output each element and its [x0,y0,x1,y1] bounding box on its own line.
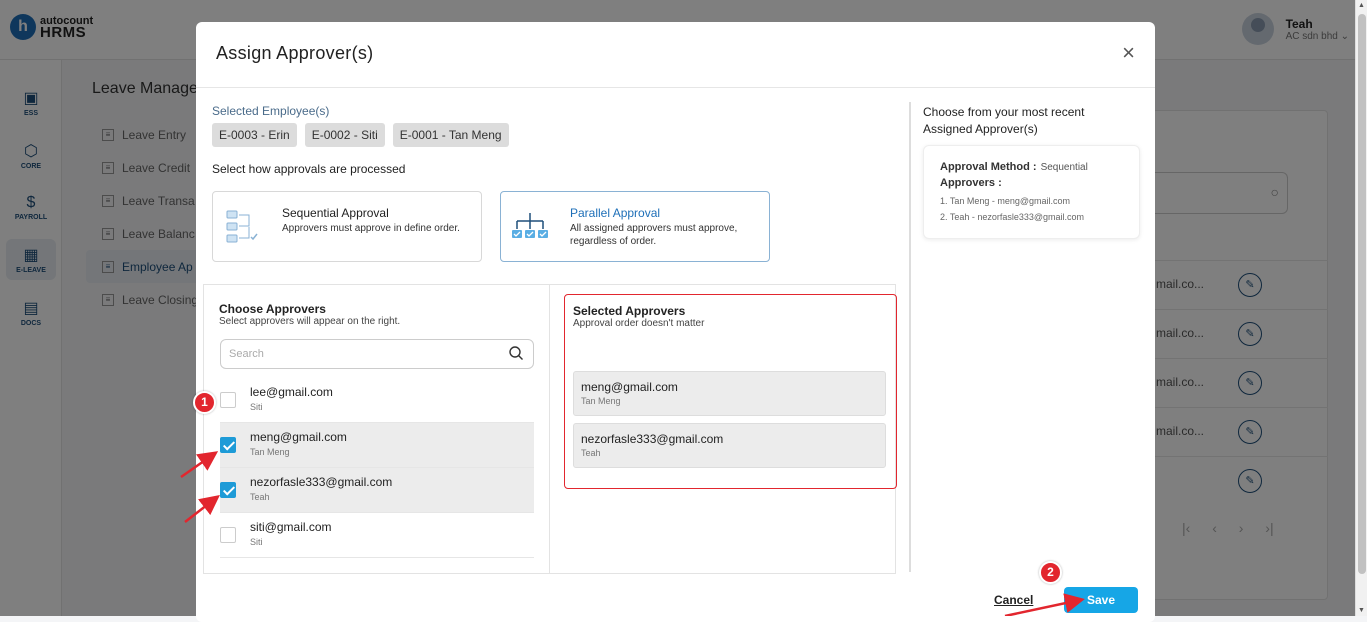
list-item[interactable]: lee@gmail.com Siti [220,378,534,423]
approver-name: Tan Meng [250,447,290,457]
scrollbar-thumb[interactable] [1358,14,1366,574]
approver-checkbox[interactable] [220,482,236,498]
approver-email: lee@gmail.com [250,385,333,399]
approver-name: Siti [250,537,263,547]
employee-chip: E-0001 - Tan Meng [392,123,509,147]
approver-list: lee@gmail.com Siti meng@gmail.com Tan Me… [220,378,534,558]
list-item[interactable]: siti@gmail.com Siti [220,513,534,558]
selected-approvers-subtitle: Approval order doesn't matter [573,318,705,329]
approver-checkbox[interactable] [220,392,236,408]
selected-approver-email: nezorfasle333@gmail.com [581,432,724,446]
close-icon[interactable]: × [1122,42,1135,64]
selected-approvers-title: Selected Approvers [573,304,686,318]
method-title: Parallel Approval [570,206,661,220]
dialog-footer: Cancel Save [196,582,1155,622]
recent-approver-line: 1. Tan Meng - meng@gmail.com [940,196,1071,206]
step-badge-2: 2 [1039,561,1062,584]
approver-checkbox[interactable] [220,527,236,543]
method-description: All assigned approvers must approve, reg… [570,223,738,247]
recent-approver-card[interactable]: Approval Method : Sequential Approvers : … [923,145,1140,239]
approval-process-label: Select how approvals are processed [212,162,406,176]
approver-email: siti@gmail.com [250,520,332,534]
approver-email: meng@gmail.com [250,430,347,444]
selected-approver-card[interactable]: meng@gmail.com Tan Meng [573,371,886,416]
employee-chip: E-0003 - Erin [212,123,297,147]
list-item[interactable]: meng@gmail.com Tan Meng [220,423,534,468]
selected-approver-email: meng@gmail.com [581,380,678,394]
approver-name: Siti [250,402,263,412]
choose-approvers-title: Choose Approvers [219,302,326,316]
recent-approver-line: 2. Teah - nezorfasle333@gmail.com [940,212,1085,222]
assign-approver-dialog: Assign Approver(s) × Selected Employee(s… [196,22,1155,622]
approver-checkbox[interactable] [220,437,236,453]
sequential-flow-icon [226,210,258,243]
approval-method-label: Approval Method : [940,161,1037,173]
approvers-panel: Choose Approvers Select approvers will a… [203,284,897,574]
employee-chips: E-0003 - Erin E-0002 - Siti E-0001 - Tan… [212,123,509,147]
selected-approver-card[interactable]: nezorfasle333@gmail.com Teah [573,423,886,468]
approver-email: nezorfasle333@gmail.com [250,475,393,489]
approver-search [220,339,534,369]
sequential-approval-option[interactable]: Sequential Approval Approvers must appro… [212,191,482,262]
selected-approvers-column: Selected Approvers Approval order doesn'… [564,294,897,489]
choose-approvers-column: Choose Approvers Select approvers will a… [204,285,550,573]
approval-method-value: Sequential [1040,162,1088,173]
scroll-down-icon[interactable]: ▼ [1358,607,1365,614]
parallel-approval-option[interactable]: Parallel Approval All assigned approvers… [500,191,770,262]
choose-approvers-subtitle: Select approvers will appear on the righ… [219,316,401,327]
search-input[interactable] [221,340,491,368]
dialog-header: Assign Approver(s) × [196,22,1155,88]
recent-approvers-panel: Choose from your most recent Assigned Ap… [909,102,1144,572]
save-button[interactable]: Save [1064,587,1138,613]
approval-method-row: Approval Method : Sequential [940,161,1088,173]
method-description: Approvers must approve in define order. [282,223,460,234]
scrollbar[interactable]: ▲ ▼ [1355,0,1367,616]
selected-employees-label: Selected Employee(s) [212,104,330,118]
employee-chip: E-0002 - Siti [304,123,385,147]
selected-approver-name: Tan Meng [581,396,621,406]
approver-name: Teah [250,492,270,502]
parallel-flow-icon [512,213,548,238]
cancel-button[interactable]: Cancel [994,593,1033,607]
search-icon[interactable] [508,345,524,361]
approvers-label: Approvers : [940,177,1002,189]
selected-approver-name: Teah [581,448,601,458]
list-item[interactable]: nezorfasle333@gmail.com Teah [220,468,534,513]
step-badge-1: 1 [193,391,216,414]
method-title: Sequential Approval [282,206,389,220]
recent-approvers-title: Choose from your most recent Assigned Ap… [923,105,1085,136]
dialog-title: Assign Approver(s) [216,43,374,63]
scroll-up-icon[interactable]: ▲ [1358,2,1365,9]
